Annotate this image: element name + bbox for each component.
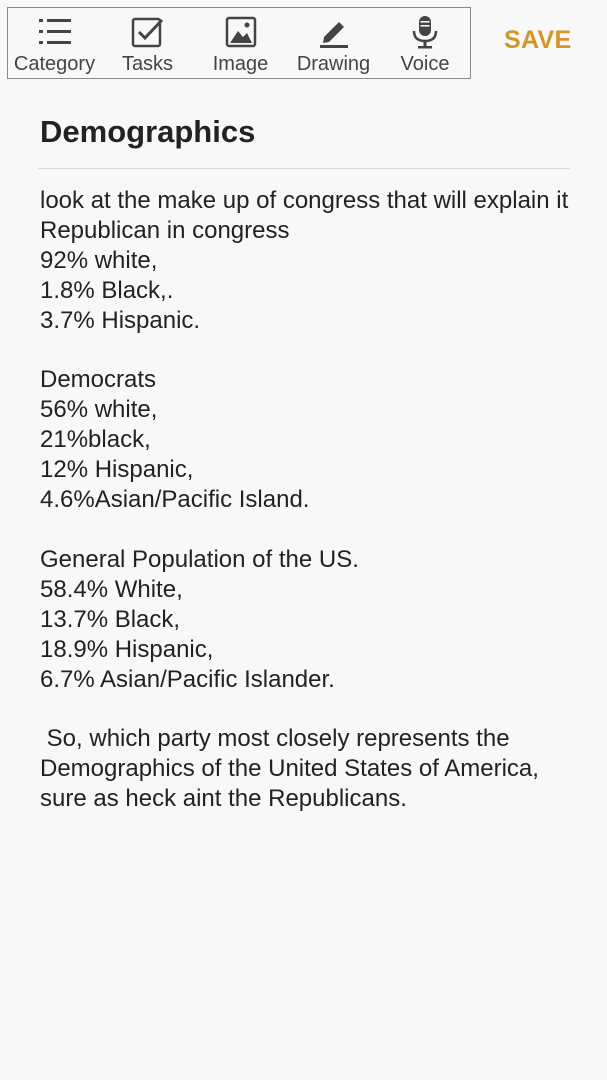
list-icon [38,15,72,49]
checkbox-icon [131,15,165,49]
save-button[interactable]: SAVE [504,26,571,55]
pen-icon [317,15,351,49]
note-title[interactable]: Demographics [40,114,255,150]
tasks-button[interactable]: Tasks [101,8,194,78]
voice-label: Voice [400,53,450,75]
voice-button[interactable]: Voice [380,8,470,78]
title-divider [38,168,570,169]
category-label: Category [13,53,96,75]
drawing-button[interactable]: Drawing [287,8,380,78]
drawing-label: Drawing [296,53,371,75]
note-body[interactable]: look at the make up of congress that wil… [40,186,585,814]
image-icon [224,15,258,49]
image-label: Image [212,53,269,75]
image-button[interactable]: Image [194,8,287,78]
tasks-label: Tasks [121,53,174,75]
insert-toolbar: Category Tasks Image Drawing Voice [7,7,471,79]
category-button[interactable]: Category [8,8,101,78]
microphone-icon [408,15,442,49]
